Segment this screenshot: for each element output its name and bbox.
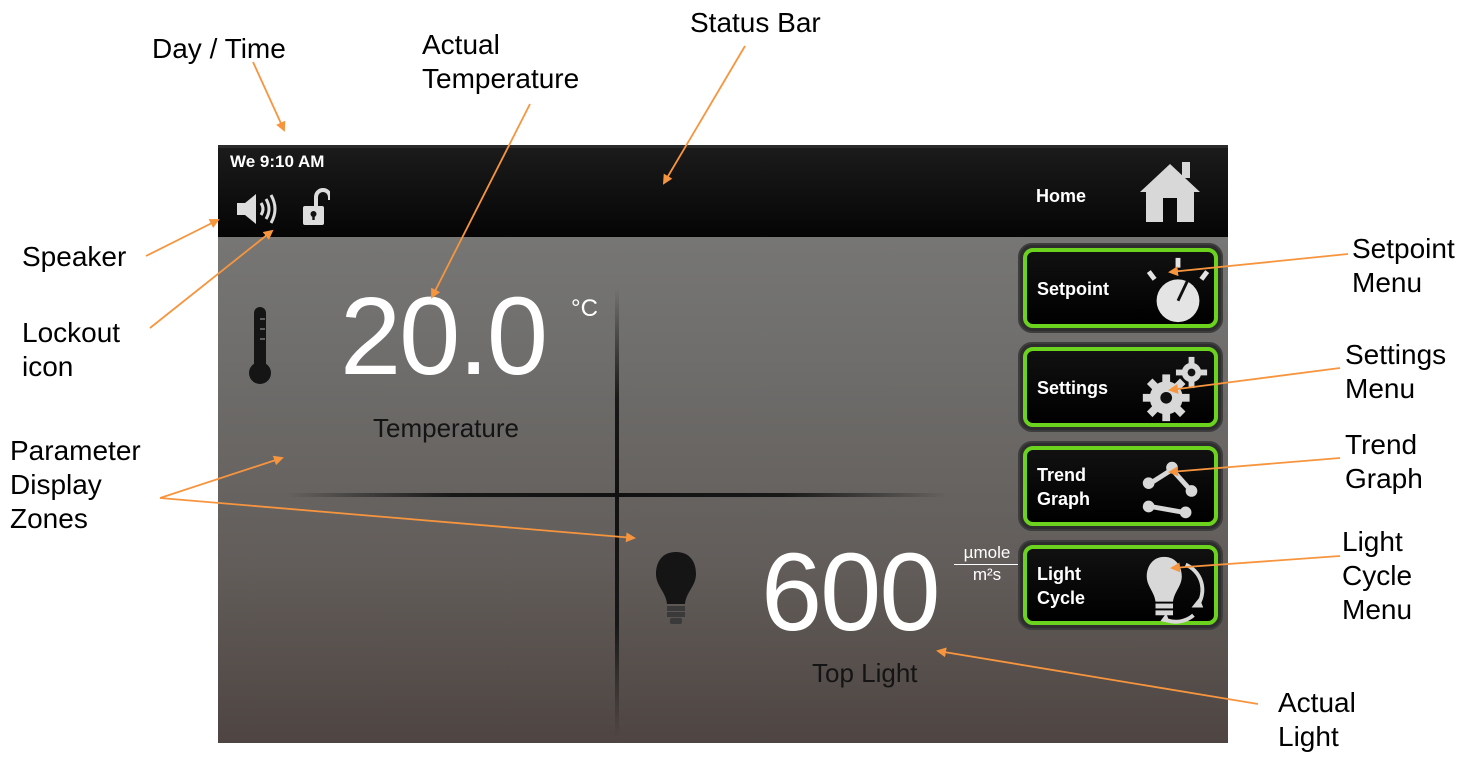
callout-status-bar: Status Bar [690,7,821,38]
callout-day-time: Day / Time [152,33,286,64]
temperature-label: Temperature [373,413,519,443]
gears-icon [1142,356,1208,422]
status-bar: We 9:10 AM Home [218,145,1228,237]
temperature-unit: °C [571,295,598,322]
device-screen: We 9:10 AM Home 20.0 °C Temperature 600 … [218,145,1228,743]
settings-menu-button[interactable]: Settings [1018,342,1223,432]
callout-parameter-display-zones: Parameter Display Zones [10,435,141,534]
dial-icon [1146,257,1210,323]
light-unit-denominator: m²s [972,565,1002,584]
trend-graph-button[interactable]: Trend Graph [1018,441,1223,531]
setpoint-menu-button[interactable]: Setpoint [1018,243,1223,333]
callout-actual-temperature: Actual Temperature [422,29,580,94]
light-bulb-icon [656,552,696,624]
callout-lockout-icon: Lockout icon [22,317,121,382]
light-cycle-icon [1146,556,1205,624]
light-value: 600 [761,531,941,654]
thermometer-icon [249,307,271,384]
trend-graph-button-label: Trend Graph [1037,465,1091,509]
temperature-value: 20.0 [340,275,548,398]
light-cycle-button-label: Light Cycle [1037,564,1086,608]
unlocked-padlock-icon[interactable] [302,188,330,226]
light-unit-numerator: µmole [954,543,1020,565]
settings-button-label: Settings [1037,378,1109,398]
trend-graph-icon [1142,461,1198,519]
speaker-icon[interactable] [236,192,284,226]
callout-actual-light: Actual Light [1278,687,1356,752]
callout-setpoint-menu: Setpoint Menu [1352,233,1455,298]
light-label: Top Light [812,658,918,688]
zone-divider-vertical [615,288,619,738]
home-icon[interactable] [1138,160,1202,224]
home-label: Home [1036,186,1087,206]
light-unit: µmole m²s [954,543,1020,585]
callout-speaker: Speaker [22,241,127,272]
light-cycle-button[interactable]: Light Cycle [1018,540,1223,630]
callout-light-cycle-menu: Light Cycle Menu [1342,526,1413,625]
callout-settings-menu: Settings Menu [1345,339,1447,404]
callout-trend-graph: Trend Graph [1345,429,1423,494]
setpoint-button-label: Setpoint [1037,279,1109,299]
day-time: We 9:10 AM [230,152,325,171]
